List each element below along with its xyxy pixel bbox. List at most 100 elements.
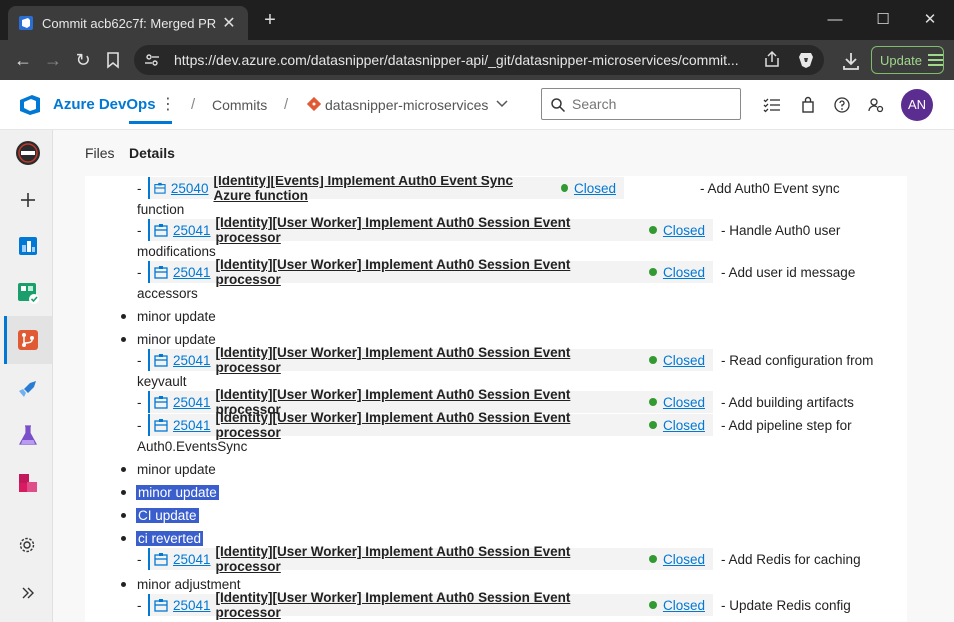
browser-tab[interactable]: Commit acb62c7f: Merged PR 66 ✕ (8, 6, 248, 40)
commit-message: - Add Auth0 Event sync (700, 181, 840, 196)
commit-message: - Add building artifacts (721, 395, 854, 410)
status-dot (648, 398, 657, 406)
user-settings-icon[interactable] (867, 96, 885, 114)
add-icon[interactable] (16, 188, 40, 212)
update-label: Update (880, 52, 922, 68)
maximize-icon[interactable]: ☐ (860, 8, 906, 32)
chevron-down-icon[interactable] (495, 96, 509, 110)
tab-files[interactable]: Files (85, 145, 115, 161)
work-item-title[interactable]: [Identity][User Worker] Implement Auth0 … (216, 215, 639, 245)
task-list-icon[interactable] (763, 96, 781, 114)
repos-icon[interactable] (16, 328, 40, 352)
breadcrumb-commits[interactable]: Commits (212, 97, 267, 113)
more-options-icon[interactable]: ⋮ (160, 94, 176, 114)
work-item-state[interactable]: Closed (663, 418, 705, 433)
work-item-link[interactable]: 25041 [Identity][User Worker] Implement … (148, 345, 713, 375)
expand-nav-icon[interactable] (20, 585, 36, 601)
test-plans-icon[interactable] (16, 424, 40, 448)
commit-message: - Handle Auth0 user (721, 223, 841, 238)
work-item-state[interactable]: Closed (663, 598, 705, 613)
project-avatar-icon[interactable] (15, 140, 41, 166)
list-dash: - (137, 598, 142, 613)
commit-message-wrap: keyvault (137, 374, 187, 389)
work-item-state[interactable]: Closed (574, 181, 616, 196)
work-item-link[interactable]: 25040 [Identity][Events] Implement Auth0… (148, 176, 624, 203)
commit-message: - Add pipeline step for (721, 418, 852, 433)
pipelines-icon[interactable] (16, 377, 40, 401)
bullet-dot (121, 513, 126, 518)
bullet-dot (121, 314, 126, 319)
tab-details[interactable]: Details (129, 145, 175, 161)
minimize-icon[interactable]: — (812, 8, 858, 32)
forward-icon[interactable]: → (41, 48, 65, 72)
azure-devops-logo-icon[interactable] (18, 94, 42, 116)
brand-name[interactable]: Azure DevOps (53, 96, 156, 113)
work-item-title[interactable]: [Identity][User Worker] Implement Auth0 … (216, 410, 639, 440)
bookmark-icon[interactable] (104, 51, 122, 69)
work-item-title[interactable]: [Identity][User Worker] Implement Auth0 … (216, 590, 639, 620)
back-icon[interactable]: ← (11, 48, 35, 72)
work-item-state[interactable]: Closed (663, 223, 705, 238)
close-window-icon[interactable]: ✕ (907, 8, 953, 32)
list-item: minor update (137, 332, 216, 347)
work-item-link[interactable]: 25041 [Identity][User Worker] Implement … (148, 410, 713, 440)
gear-icon[interactable] (18, 536, 36, 554)
work-item-id[interactable]: 25041 (173, 418, 211, 433)
work-item-id[interactable]: 25041 (173, 395, 211, 410)
work-item-state[interactable]: Closed (663, 353, 705, 368)
download-icon[interactable] (840, 50, 862, 72)
work-item-state[interactable]: Closed (663, 395, 705, 410)
azure-devops-favicon-icon (19, 16, 33, 30)
breadcrumb-separator: / (284, 96, 289, 113)
reload-icon[interactable]: ↻ (71, 48, 95, 72)
menu-icon (927, 54, 944, 66)
help-icon[interactable] (833, 96, 851, 114)
work-item-title[interactable]: [Identity][User Worker] Implement Auth0 … (216, 257, 639, 287)
update-button[interactable]: Update (871, 46, 944, 74)
brave-shields-icon[interactable] (796, 50, 816, 70)
work-item-link[interactable]: 25041 [Identity][User Worker] Implement … (148, 215, 713, 245)
search-box[interactable] (541, 88, 741, 120)
work-item-icon (154, 396, 168, 409)
work-item-id[interactable]: 25041 (173, 598, 211, 613)
list-item: minor update (137, 462, 216, 477)
artifacts-icon[interactable] (16, 471, 40, 495)
address-bar[interactable]: https://dev.azure.com/datasnipper/datasn… (134, 45, 824, 75)
list-dash: - (137, 265, 142, 280)
marketplace-bag-icon[interactable] (799, 96, 817, 114)
work-item-link[interactable]: 25041 [Identity][User Worker] Implement … (148, 590, 713, 620)
tab-close-icon[interactable]: ✕ (220, 13, 238, 33)
overview-icon[interactable] (16, 234, 40, 258)
breadcrumb-separator: / (191, 96, 196, 113)
new-tab-icon[interactable]: + (258, 8, 282, 32)
work-item-link[interactable]: 25041 [Identity][User Worker] Implement … (148, 544, 713, 574)
status-dot (648, 421, 657, 429)
work-item-title[interactable]: [Identity][User Worker] Implement Auth0 … (216, 345, 639, 375)
list-item-selected: minor update (136, 485, 219, 500)
work-item-id[interactable]: 25041 (173, 223, 211, 238)
work-item-id[interactable]: 25041 (173, 265, 211, 280)
breadcrumb-repo[interactable]: datasnipper-microservices (325, 97, 488, 113)
commit-message-wrap: modifications (137, 244, 216, 259)
commit-details: - 25040 [Identity][Events] Implement Aut… (85, 176, 907, 622)
bullet-dot (121, 536, 126, 541)
work-item-link[interactable]: 25041 [Identity][User Worker] Implement … (148, 257, 713, 287)
work-item-title[interactable]: [Identity][Events] Implement Auth0 Event… (213, 176, 551, 203)
work-item-id[interactable]: 25041 (173, 353, 211, 368)
git-repo-icon (307, 97, 321, 111)
search-input[interactable] (572, 94, 732, 114)
work-item-title[interactable]: [Identity][User Worker] Implement Auth0 … (216, 544, 639, 574)
work-item-state[interactable]: Closed (663, 552, 705, 567)
boards-icon[interactable] (16, 281, 40, 305)
work-item-id[interactable]: 25040 (171, 181, 209, 196)
work-item-state[interactable]: Closed (663, 265, 705, 280)
work-item-id[interactable]: 25041 (173, 552, 211, 567)
avatar[interactable]: AN (901, 89, 933, 121)
commit-message-wrap: function (137, 202, 185, 217)
share-icon[interactable] (762, 50, 782, 70)
site-settings-icon[interactable] (144, 52, 160, 68)
bullet-dot (121, 582, 126, 587)
commit-message: - Add Redis for caching (721, 552, 861, 567)
tab-title: Commit acb62c7f: Merged PR 66 (42, 15, 220, 31)
status-dot (648, 268, 657, 276)
